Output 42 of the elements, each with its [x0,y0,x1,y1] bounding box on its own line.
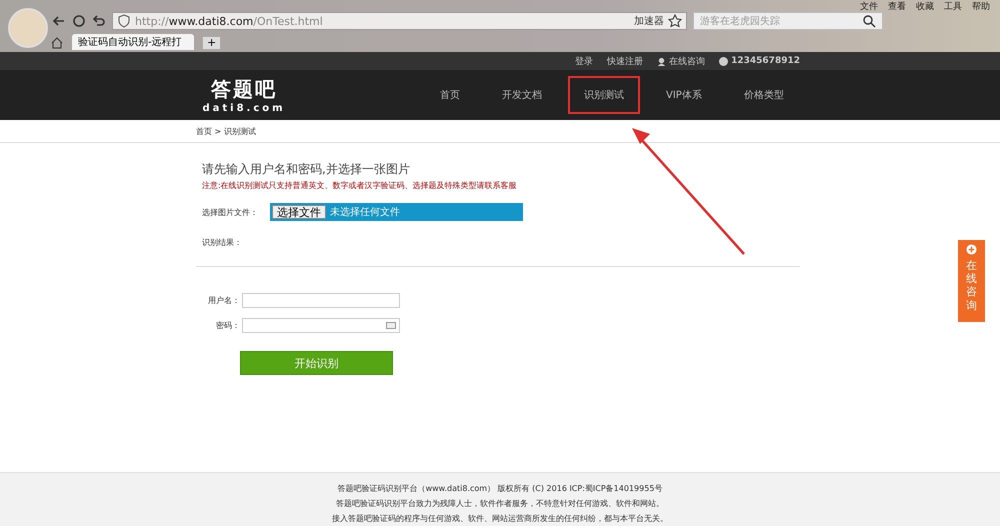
new-tab-button[interactable]: + [202,36,222,50]
star-icon[interactable] [668,14,682,28]
footer-text: 接入答题吧验证码的程序与任何游戏、软件、网站运营商所发生的任何纠纷，都与本平台无关。 [332,513,668,524]
nav-item[interactable]: 价格类型 [728,76,800,114]
search-icon[interactable] [862,14,876,28]
site-logo[interactable]: 答题吧 dati8.com [204,76,284,114]
username-label: 用户名： [207,295,240,306]
chat-link[interactable]: 在线咨询 [657,54,706,68]
nav-item[interactable]: VIP体系 [650,76,718,114]
person-icon [657,56,666,66]
footer-text: 答题吧验证码识别平台致力为残障人士，软件作者服务，不特意针对任何游戏、软件和网站。 [336,498,664,509]
notice-text: 注意:在线识别测试只支持普通英文、数字或者汉字验证码、选择题及特殊类型请联系客服 [202,180,518,191]
plus-icon [966,244,977,255]
top-link[interactable]: 登录 [575,54,594,68]
home-icon[interactable] [50,36,64,50]
password-field[interactable] [242,318,400,333]
breadcrumb: 首页 > 识别测试 [196,126,256,136]
back-icon[interactable] [52,14,66,28]
username-field[interactable] [242,293,400,308]
phone-icon [719,56,728,66]
nav-item[interactable]: 首页 [424,76,476,114]
footer-text: 答题吧验证码识别平台（www.dati8.com） 版权所有 (C) 2016 ICP:蜀ICP备14019955号 [338,483,662,494]
undo-icon[interactable] [92,14,106,28]
file-status: 未选择任何文件 [330,206,400,219]
choose-file-button[interactable]: 选择文件 [272,205,326,219]
file-picker[interactable]: 选择文件 未选择任何文件 [270,203,523,221]
menu-item[interactable]: 文件 [860,0,878,13]
menu-item[interactable]: 帮助 [972,0,990,13]
result-label: 识别结果： [202,237,243,248]
menu-item[interactable]: 工具 [944,0,962,13]
form-heading: 请先输入用户名和密码,并选择一张图片 [202,161,411,178]
menu-item[interactable]: 查看 [888,0,906,13]
browser-tab[interactable]: 验证码自动识别-远程打 [72,34,194,50]
password-label: 密码： [215,320,240,331]
file-label: 选择图片文件： [202,206,258,218]
shield-icon [117,14,131,28]
address-bar[interactable]: http://www.dati8.com/OnTest.html 加速器 [112,12,687,30]
nav-item[interactable]: 识别测试 [568,76,640,114]
top-link[interactable]: 快速注册 [607,54,644,68]
nav-item[interactable]: 开发文档 [486,76,558,114]
phone-number: 12345678912 [731,56,800,66]
menu-item[interactable]: 收藏 [916,0,934,13]
